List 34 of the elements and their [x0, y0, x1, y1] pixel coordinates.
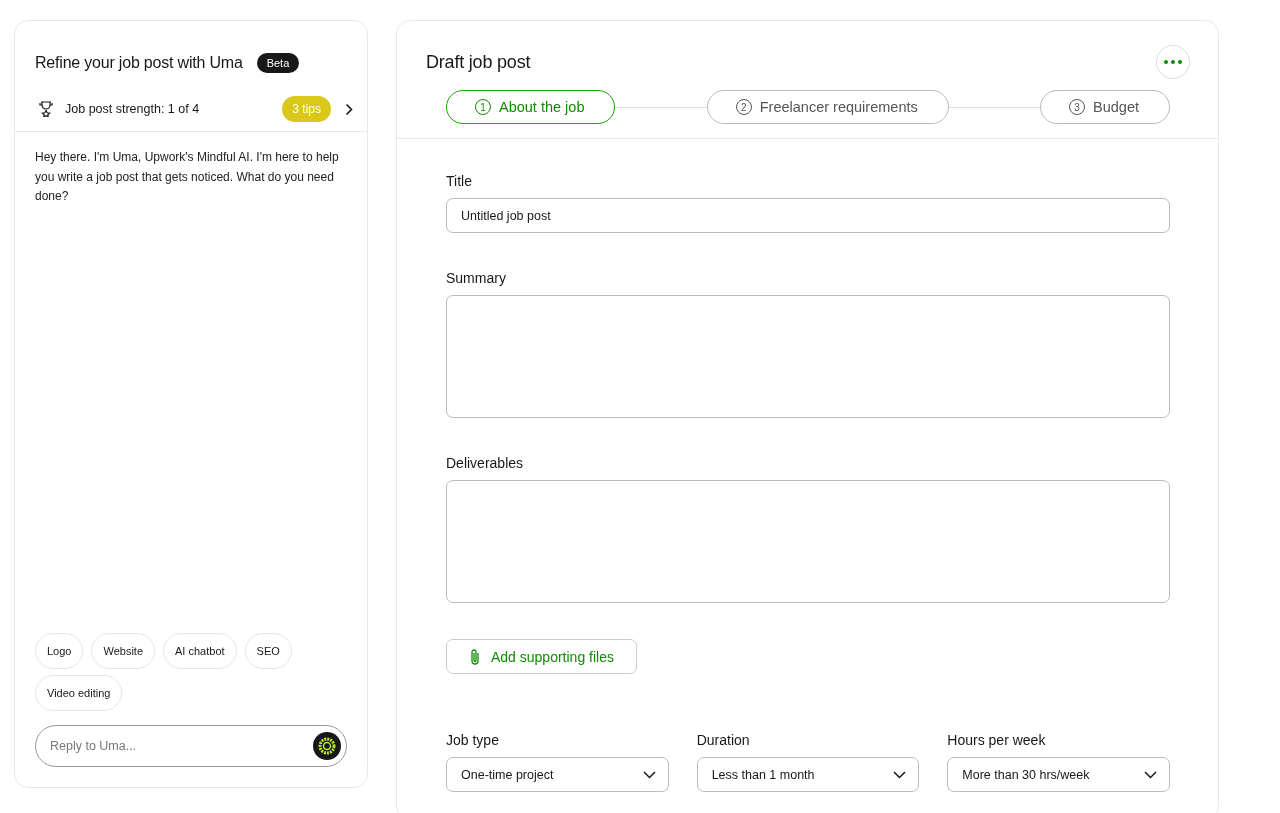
panel-title: Draft job post — [426, 51, 531, 73]
more-button[interactable] — [1156, 45, 1190, 79]
step-tab[interactable]: 3 Budget — [1040, 90, 1170, 124]
suggestion-chip[interactable]: Video editing — [35, 675, 123, 711]
chevron-down-icon — [893, 770, 907, 779]
paperclip-icon — [469, 647, 481, 666]
field-label: Deliverables — [446, 455, 525, 471]
step-tab[interactable]: 2 Freelancer requirements — [706, 90, 949, 124]
suggestion-chip[interactable]: Website — [91, 633, 156, 669]
field-label: Duration — [696, 732, 751, 748]
send-icon[interactable] — [313, 732, 341, 760]
suggestion-chip[interactable]: Logo — [35, 633, 84, 669]
dropdown[interactable]: Less than 1 month — [696, 757, 920, 792]
field-label: Hours per week — [947, 732, 1047, 748]
title-field[interactable]: Untitled job post — [446, 198, 1170, 233]
dropdown[interactable]: More than 30 hrs/week — [947, 757, 1170, 792]
dropdown[interactable]: One-time project — [446, 757, 669, 792]
step-tab[interactable]: 1 About the job — [446, 90, 616, 124]
suggestion-chip[interactable]: SEO — [244, 633, 292, 669]
field-label: Job type — [446, 732, 500, 748]
beta-badge: Beta — [256, 53, 300, 73]
suggestion-chip[interactable]: AI chatbot — [163, 633, 237, 669]
strength-label: Job post strength: 1 of 4 — [65, 102, 201, 116]
reply-field[interactable]: Reply to Uma... — [35, 725, 347, 767]
chevron-right-icon[interactable] — [345, 102, 353, 116]
more-icon — [1164, 60, 1182, 64]
panel-title: Refine your job post with Uma — [35, 54, 243, 72]
field-label: Summary — [446, 270, 507, 286]
chevron-down-icon — [642, 770, 656, 779]
trophy-icon — [39, 101, 53, 117]
attach-button[interactable]: Add supporting files — [446, 639, 637, 674]
chevron-down-icon — [1144, 770, 1157, 779]
field-label: Title — [446, 173, 473, 189]
assistant-message: Hey there. I'm Uma, Upwork's Mindful AI. I'm here to help you write a job post that gets noticed. What do you need done? — [34, 149, 340, 205]
